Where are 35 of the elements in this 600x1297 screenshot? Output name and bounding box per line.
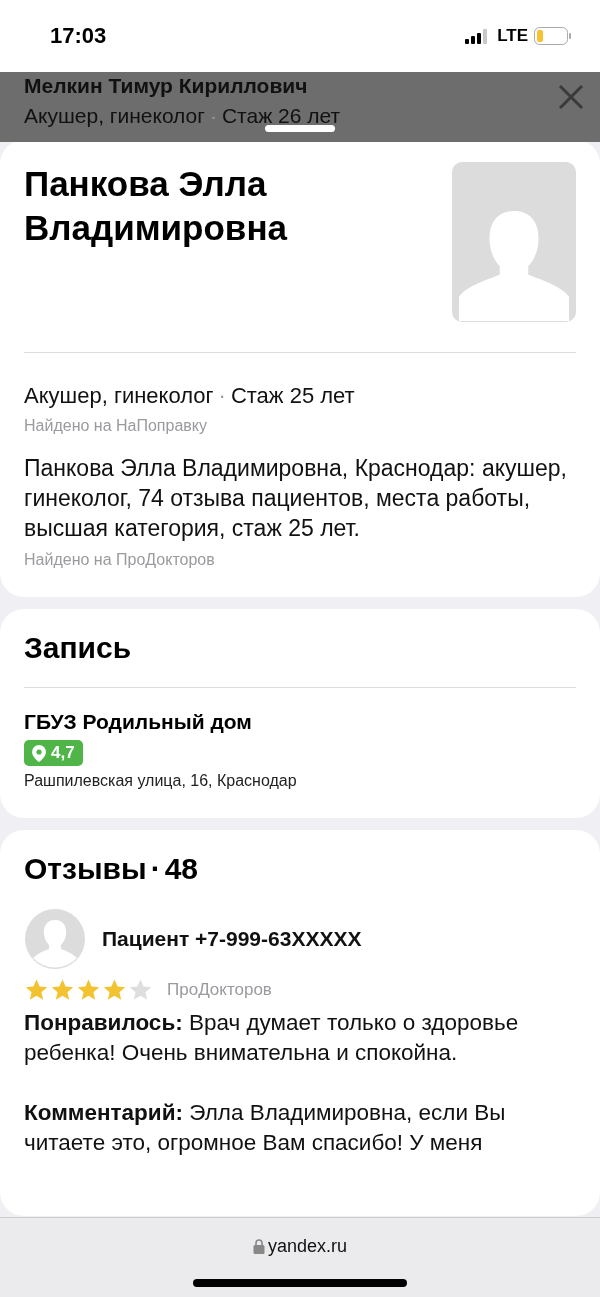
status-time: 17:03 — [50, 23, 107, 49]
battery-icon — [534, 27, 572, 45]
separator-dot: · — [209, 104, 217, 128]
doctor-experience: Стаж 25 лет — [230, 383, 355, 409]
star-icon — [128, 978, 153, 1002]
review-text: Понравилось: Врач думает только о здоровье ребенка! Очень внимательна и спокойна. — [24, 1009, 520, 1067]
location-pin-icon — [32, 744, 46, 762]
rating-value: 4,7 — [51, 743, 75, 763]
review-source: ПроДокторов — [167, 980, 272, 1000]
avatar-icon — [24, 908, 86, 970]
background-doctor-name: Мелкин Тимур Кириллович — [24, 74, 309, 98]
star-icon — [24, 978, 49, 1002]
reviews-count: 48 — [164, 852, 198, 886]
star-icon — [102, 978, 127, 1002]
doctor-specialty: Акушер, гинеколог — [24, 383, 214, 409]
network-label: LTE — [497, 26, 528, 46]
doctor-description: Панкова Элла Владимировна, Краснодар: акушер, гинеколог, 74 отзыва пациентов, места работы, высшая категория, стаж 25 лет. — [24, 454, 568, 543]
clinic-name[interactable]: ГБУЗ Родильный дом — [24, 710, 576, 734]
section-title: Запись — [24, 631, 576, 688]
lock-icon — [252, 1239, 265, 1254]
separator-dot: · — [150, 852, 161, 886]
sheet-handle[interactable] — [265, 125, 335, 132]
doctor-name: Панкова Элла Владимировна — [24, 163, 289, 249]
background-experience: Стаж 26 лет — [221, 104, 341, 128]
star-icon — [76, 978, 101, 1002]
clinic-address: Рашпилевская улица, 16, Краснодар — [24, 772, 298, 790]
url-text[interactable]: yandex.ru — [267, 1236, 348, 1257]
section-title: Отзывы — [24, 852, 147, 886]
background-specialty: Акушер, гинеколог — [24, 104, 205, 128]
star-icon — [50, 978, 75, 1002]
review-text: Комментарий: Элла Владимировна, если Вы читаете это, огромное Вам спасибо! У меня — [24, 1099, 507, 1157]
source-note: Найдено на НаПоправку — [24, 417, 208, 435]
separator-dot: · — [218, 383, 226, 409]
review-author: Пациент +7-999-63XXXXX — [102, 927, 362, 951]
source-note: Найдено на ПроДокторов — [24, 551, 216, 569]
